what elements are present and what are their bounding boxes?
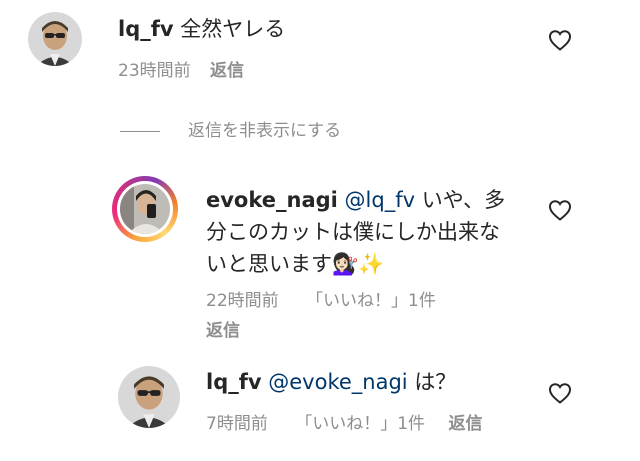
heart-outline-icon[interactable] bbox=[548, 382, 572, 404]
reply-likes[interactable]: 「いいね！」1件 bbox=[306, 291, 436, 311]
reply-2-meta: 7時間前 「いいね！」1件 返信 bbox=[206, 413, 482, 435]
hide-replies-button[interactable]: 返信を非表示にする bbox=[188, 120, 341, 142]
reply-2-body: lq_fv @evoke_nagi は？ bbox=[206, 366, 456, 398]
reply-2-likes[interactable]: 「いいね！」1件 bbox=[295, 414, 425, 434]
reply-meta-2: 返信 bbox=[206, 320, 240, 342]
reply-2-time: 7時間前 bbox=[206, 414, 268, 434]
reply-2-username[interactable]: lq_fv bbox=[206, 370, 262, 394]
comment-time: 23時間前 bbox=[118, 61, 191, 81]
comment-username[interactable]: lq_fv bbox=[118, 17, 174, 41]
comment-text: 全然ヤレる bbox=[180, 17, 286, 41]
reply-meta: 22時間前 「いいね！」1件 bbox=[206, 290, 436, 312]
reply-body-line-3: いと思います💇🏻‍♀️✨ bbox=[206, 248, 384, 280]
reply-text-line-3: いと思います bbox=[206, 252, 332, 276]
reply-text-line-2: 分このカットは僕にしか出来な bbox=[206, 220, 500, 244]
avatar-lq-fv[interactable] bbox=[118, 366, 180, 428]
heart-outline-icon[interactable] bbox=[548, 199, 572, 221]
story-ring[interactable] bbox=[112, 176, 178, 242]
reply-text-line-1: いや、多 bbox=[421, 188, 506, 212]
reply-button[interactable]: 返信 bbox=[210, 61, 244, 81]
comment-meta: 23時間前 返信 bbox=[118, 60, 244, 82]
reply-body-line-2: 分このカットは僕にしか出来な bbox=[206, 216, 500, 248]
reply-time: 22時間前 bbox=[206, 291, 279, 311]
hide-replies-divider bbox=[120, 131, 160, 132]
reply-username[interactable]: evoke_nagi bbox=[206, 188, 338, 212]
reply-2-text: は？ bbox=[414, 370, 457, 394]
reply-2-mention[interactable]: @evoke_nagi bbox=[268, 370, 407, 394]
reply-2-button[interactable]: 返信 bbox=[448, 414, 482, 434]
hide-replies-label: 返信を非表示にする bbox=[188, 121, 342, 141]
reply-button[interactable]: 返信 bbox=[206, 321, 240, 341]
avatar-lq-fv[interactable] bbox=[28, 12, 82, 66]
avatar-evoke-nagi bbox=[120, 184, 170, 234]
reply-mention[interactable]: @lq_fv bbox=[345, 188, 416, 212]
reply-emoji: 💇🏻‍♀️✨ bbox=[332, 252, 385, 276]
comment-body: lq_fv 全然ヤレる bbox=[118, 13, 285, 45]
comment-thread: lq_fv 全然ヤレる 23時間前 返信 返信を非表示にする evoke_nag… bbox=[0, 0, 640, 461]
reply-body-line-1: evoke_nagi @lq_fv いや、多 bbox=[206, 184, 505, 216]
heart-outline-icon[interactable] bbox=[548, 29, 572, 51]
